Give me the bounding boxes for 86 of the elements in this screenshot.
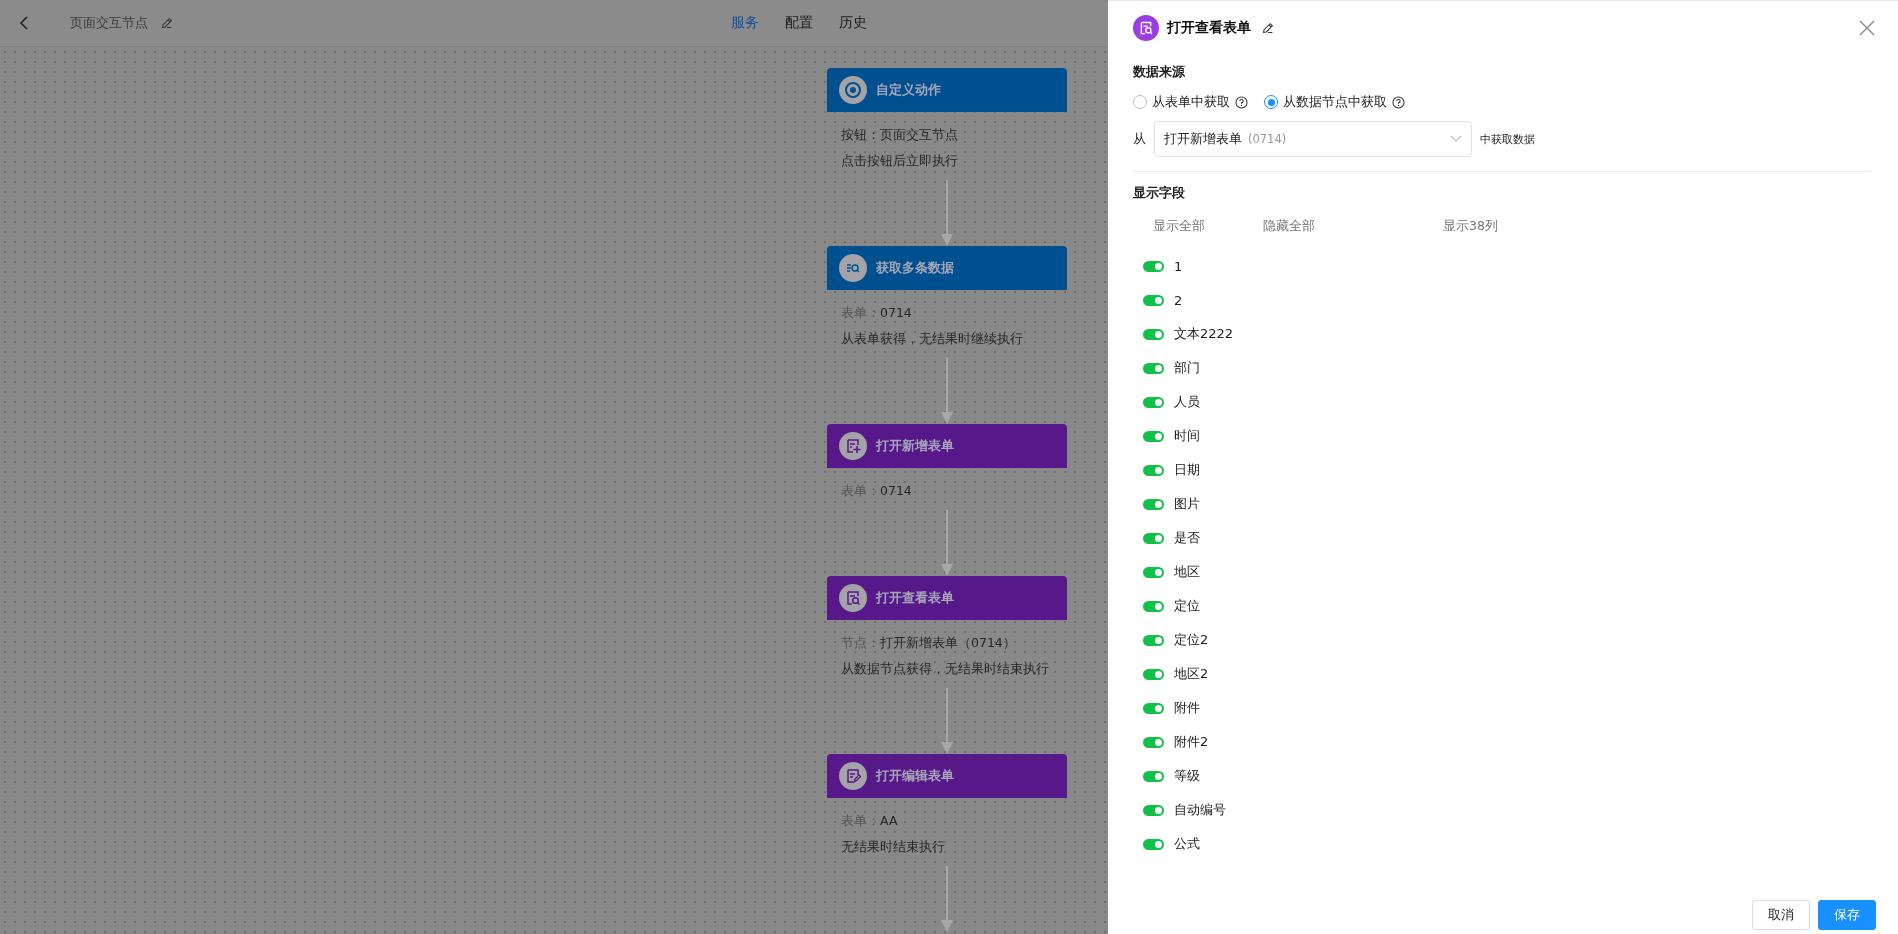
toggle-switch[interactable]	[1143, 294, 1164, 306]
toggle-switch[interactable]	[1143, 702, 1164, 714]
field-label: 地区	[1174, 563, 1200, 581]
close-icon	[1858, 19, 1876, 37]
edit-icon[interactable]	[1261, 21, 1275, 35]
field-label: 1	[1174, 258, 1183, 274]
node-title: 打开新增表单	[876, 437, 954, 455]
toggle-switch[interactable]	[1143, 770, 1164, 782]
toggle-switch[interactable]	[1143, 566, 1164, 578]
node-icon	[839, 432, 867, 460]
toggle-switch[interactable]	[1143, 260, 1164, 272]
form-view-icon	[1133, 15, 1159, 41]
toggle-switch[interactable]	[1143, 362, 1164, 374]
field-label: 部门	[1174, 359, 1200, 377]
caret-icon	[1450, 135, 1462, 143]
radio-option[interactable]: 从数据节点中获取	[1283, 93, 1387, 111]
from-label: 从	[1133, 130, 1146, 148]
node-detail: 从数据节点获得，无结果时结束执行	[841, 660, 1050, 678]
node-title: 自定义动作	[876, 81, 941, 99]
node-icon	[839, 762, 867, 790]
section-heading: 显示字段	[1133, 184, 1186, 202]
field-label: 公式	[1174, 835, 1200, 853]
node-header[interactable]: 打开新增表单	[827, 424, 1067, 468]
source-select[interactable]: 打开新增表单 (0714)	[1154, 121, 1472, 157]
node-title: 打开查看表单	[876, 589, 954, 607]
link-button[interactable]: 显示全部	[1153, 218, 1263, 235]
toggle-switch[interactable]	[1143, 804, 1164, 816]
save-button[interactable]: 保存	[1818, 900, 1876, 930]
select-hint: (0714)	[1248, 132, 1287, 146]
toggle-switch[interactable]	[1143, 634, 1164, 646]
node-header[interactable]: 自定义动作	[827, 68, 1067, 112]
connector-arrow	[939, 358, 955, 424]
link-button[interactable]: 隐藏全部	[1263, 218, 1373, 235]
field-label: 定位	[1174, 597, 1200, 615]
connector-arrow	[939, 510, 955, 576]
toggle-switch[interactable]	[1143, 464, 1164, 476]
field-label: 等级	[1174, 767, 1200, 785]
toggle-switch[interactable]	[1143, 498, 1164, 510]
help-icon[interactable]	[1235, 95, 1248, 109]
field-label: 附件2	[1174, 733, 1209, 751]
field-label: 2	[1174, 292, 1183, 308]
node-header[interactable]: 打开查看表单	[827, 576, 1067, 620]
toggle-switch[interactable]	[1143, 838, 1164, 850]
field-label: 定位2	[1174, 631, 1209, 649]
toggle-switch[interactable]	[1143, 430, 1164, 442]
node-header[interactable]: 打开编辑表单	[827, 754, 1067, 798]
section-heading: 数据来源	[1133, 63, 1186, 81]
toggle-switch[interactable]	[1143, 532, 1164, 544]
field-label: 图片	[1174, 495, 1200, 513]
select-value: 打开新增表单	[1164, 130, 1242, 148]
field-label: 日期	[1174, 461, 1200, 479]
node-icon	[839, 584, 867, 612]
node-icon	[839, 254, 867, 282]
help-icon[interactable]	[1392, 95, 1405, 109]
toggle-switch[interactable]	[1143, 668, 1164, 680]
field-label: 地区2	[1174, 665, 1209, 683]
field-label: 文本2222	[1174, 325, 1234, 343]
field-label: 是否	[1174, 529, 1200, 547]
toggle-switch[interactable]	[1143, 736, 1164, 748]
node-detail: 从表单获得，无结果时继续执行	[841, 330, 1024, 348]
field-label: 人员	[1174, 393, 1200, 411]
drawer-title: 打开查看表单	[1167, 19, 1251, 37]
node-icon	[839, 76, 867, 104]
page-title: 页面交互节点	[70, 14, 148, 32]
connector-arrow	[939, 866, 955, 932]
field-label: 时间	[1174, 427, 1200, 445]
node-title: 获取多条数据	[876, 259, 954, 277]
connector-arrow	[939, 688, 955, 754]
node-detail: 无结果时结束执行	[841, 838, 946, 856]
toggle-switch[interactable]	[1143, 600, 1164, 612]
field-label: 附件	[1174, 699, 1200, 717]
radio-option[interactable]: 从表单中获取	[1152, 93, 1230, 111]
cancel-button[interactable]: 取消	[1752, 900, 1810, 930]
connector-arrow	[939, 180, 955, 246]
field-label: 自动编号	[1174, 801, 1226, 819]
tab[interactable]: 历史	[839, 10, 867, 36]
column-count: 显示38列	[1443, 218, 1498, 235]
toggle-switch[interactable]	[1143, 396, 1164, 408]
node-header[interactable]: 获取多条数据	[827, 246, 1067, 290]
node-detail: 按钮：页面交互节点	[841, 126, 959, 144]
node-title: 打开编辑表单	[876, 767, 954, 785]
toggle-switch[interactable]	[1143, 328, 1164, 340]
tab[interactable]: 配置	[785, 10, 813, 36]
suffix-label: 中获取数据	[1480, 131, 1535, 147]
node-detail: 点击按钮后立即执行	[841, 152, 959, 170]
close-button[interactable]	[1858, 19, 1876, 37]
